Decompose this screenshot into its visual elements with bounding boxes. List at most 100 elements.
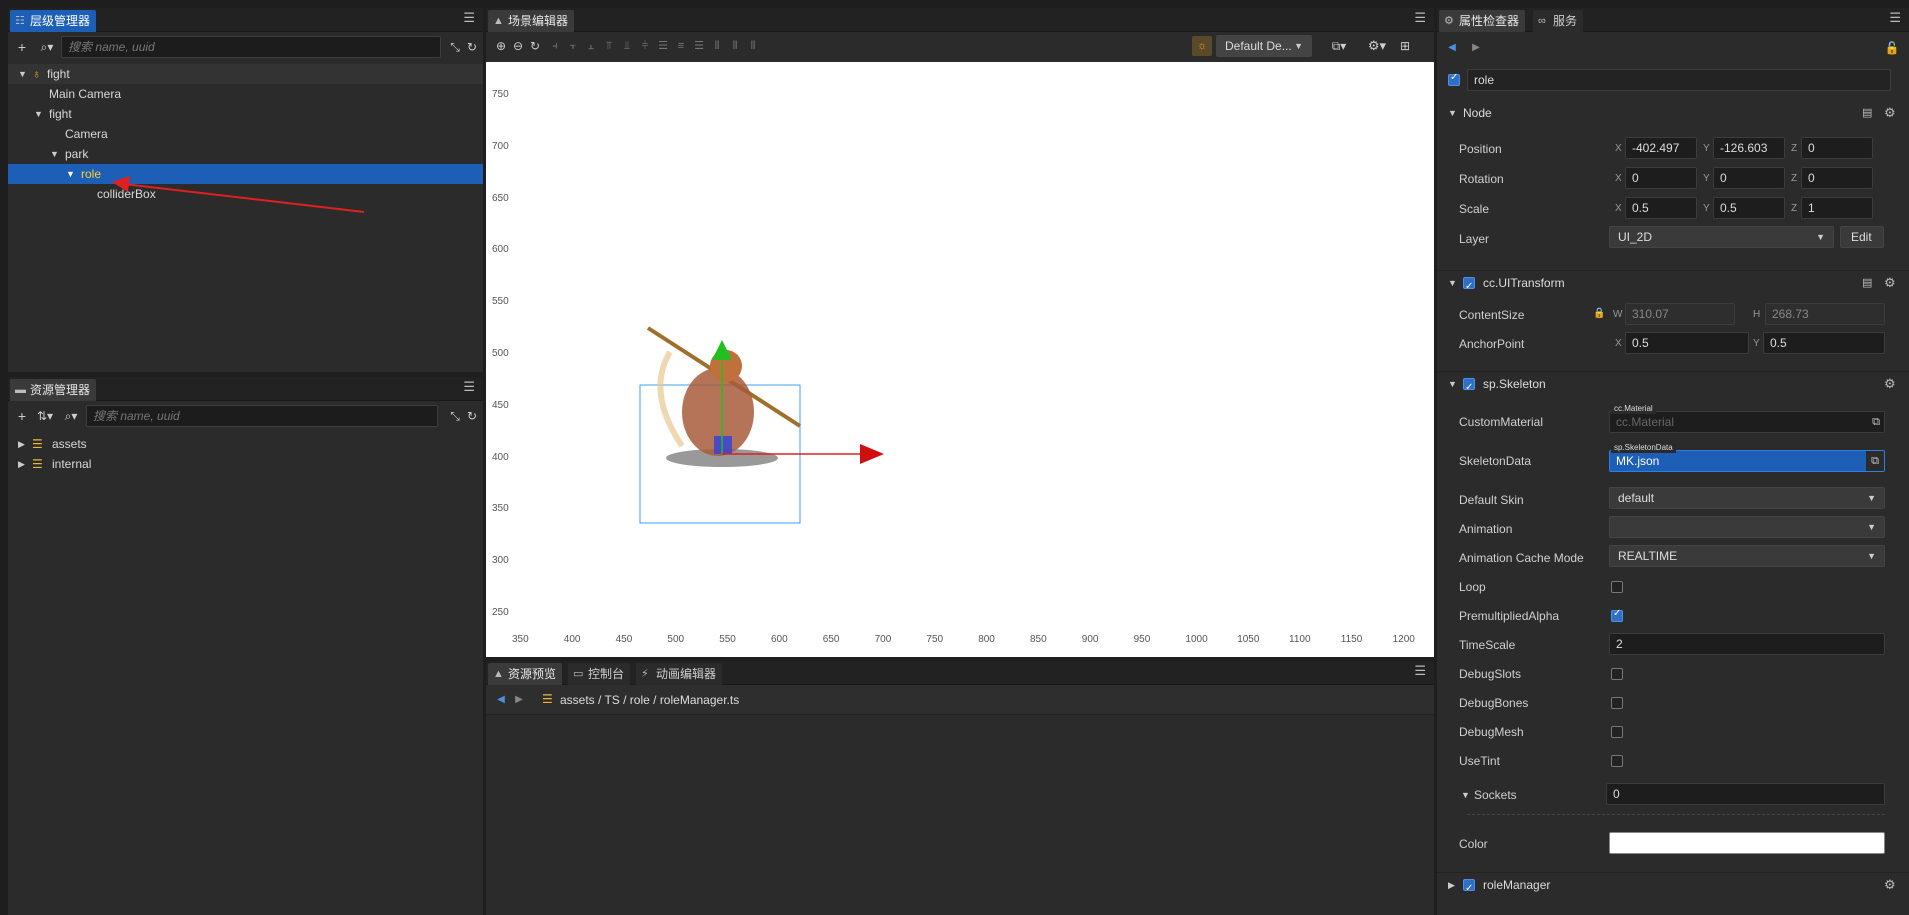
custommaterial-asset-field[interactable]: cc.Material ⧉ (1609, 411, 1885, 433)
tab-services[interactable]: ∞ 服务 (1533, 10, 1584, 32)
asset-picker-icon[interactable]: ⧉ (1866, 451, 1884, 471)
tab-hierarchy[interactable]: ☷ 层级管理器 (10, 10, 97, 32)
layer-edit-button[interactable]: Edit (1840, 226, 1884, 248)
hierarchy-menu-icon[interactable]: ☰ (463, 10, 475, 26)
debugslots-checkbox[interactable] (1611, 668, 1623, 680)
book-icon[interactable]: ▤ (1862, 101, 1872, 125)
back-arrow-icon[interactable]: ◀ (492, 690, 510, 710)
tab-scene[interactable]: ▲ 场景编辑器 (488, 10, 575, 32)
align-left-icon[interactable]: ⫞ (546, 36, 564, 56)
position-x-input[interactable]: -402.497 (1625, 137, 1697, 159)
lock-icon[interactable]: 🔒 (1593, 308, 1605, 319)
tab-assets[interactable]: ▬ 资源管理器 (10, 379, 97, 401)
bottom-menu-icon[interactable]: ☰ (1414, 663, 1426, 679)
loop-checkbox[interactable] (1611, 581, 1623, 593)
expand-arrow-icon[interactable]: ▼ (1448, 101, 1457, 125)
assets-search-input[interactable]: 搜索 name, uuid (86, 405, 438, 427)
design-resolution-dropdown[interactable]: Default De... ▼ (1216, 35, 1312, 57)
refresh-icon[interactable]: ↻ (463, 37, 481, 57)
anchor-x-input[interactable]: 0.5 (1625, 332, 1749, 354)
expand-arrow-icon[interactable]: ▶ (18, 434, 25, 454)
fullscreen-icon[interactable]: ⊞ (1396, 36, 1414, 56)
scene-viewport[interactable]: 750 700 650 600 550 500 450 400 350 300 250 350 400… (486, 62, 1434, 657)
zoom-in-icon[interactable]: ⊕ (492, 36, 510, 56)
skeletondata-asset-field[interactable]: MK.json ⧉ (1609, 450, 1885, 472)
align-right-icon[interactable]: ⫠ (582, 36, 600, 56)
asset-item-assets[interactable]: ▶ ☰ assets (8, 434, 483, 454)
distribute-center-icon[interactable]: ⦀ (726, 36, 744, 56)
hierarchy-search-input[interactable]: 搜索 name, uuid (61, 36, 441, 58)
sockets-input[interactable]: 0 (1606, 783, 1885, 805)
add-asset-icon[interactable]: + (13, 406, 31, 426)
scene-settings-icon[interactable]: ⚙▾ (1364, 36, 1390, 56)
node-active-checkbox[interactable] (1448, 72, 1460, 86)
expand-arrow-icon[interactable]: ▼ (1461, 790, 1470, 800)
refresh-icon[interactable]: ↻ (463, 406, 481, 426)
debugbones-checkbox[interactable] (1611, 697, 1623, 709)
inspector-menu-icon[interactable]: ☰ (1889, 10, 1901, 26)
uitransform-section-header[interactable]: ▼ cc.UITransform ▤ ⚙ (1437, 270, 1909, 299)
tab-asset-preview[interactable]: ▲ 资源预览 (488, 663, 563, 685)
gear-icon[interactable]: ⚙ (1884, 372, 1896, 396)
search-type-icon[interactable]: ⌕▾ (60, 406, 82, 426)
scale-x-input[interactable]: 0.5 (1625, 197, 1697, 219)
collapse-icon[interactable]: ⤡ (446, 406, 464, 426)
camera-mode-icon[interactable]: ⧉▾ (1326, 36, 1352, 56)
expand-arrow-icon[interactable]: ▼ (1448, 271, 1457, 295)
expand-arrow-icon[interactable]: ▶ (1448, 873, 1455, 897)
debugmesh-checkbox[interactable] (1611, 726, 1623, 738)
rotation-z-input[interactable]: 0 (1801, 167, 1873, 189)
tab-console[interactable]: ▭ 控制台 (568, 663, 631, 685)
rotation-y-input[interactable]: 0 (1713, 167, 1785, 189)
scale-z-input[interactable]: 1 (1801, 197, 1873, 219)
scale-y-input[interactable]: 0.5 (1713, 197, 1785, 219)
zoom-out-icon[interactable]: ⊖ (509, 36, 527, 56)
tab-inspector[interactable]: ⚙ 属性检查器 (1439, 10, 1526, 32)
premultiplied-checkbox[interactable] (1611, 608, 1623, 622)
gear-icon[interactable]: ⚙ (1884, 271, 1896, 295)
search-type-icon[interactable]: ⌕▾ (36, 37, 58, 57)
rotation-x-input[interactable]: 0 (1625, 167, 1697, 189)
timescale-input[interactable]: 2 (1609, 633, 1885, 655)
node-name-input[interactable]: role (1467, 69, 1891, 91)
align-hcenter-icon[interactable]: ⫟ (564, 36, 582, 56)
distribute-middle-icon[interactable]: ≡ (672, 36, 690, 56)
skeleton-section-header[interactable]: ▼ sp.Skeleton ⚙ (1437, 371, 1909, 400)
uitransform-enabled-checkbox[interactable] (1463, 275, 1475, 299)
animation-dropdown[interactable]: ▼ (1609, 516, 1885, 538)
position-z-input[interactable]: 0 (1801, 137, 1873, 159)
gear-icon[interactable]: ⚙ (1884, 873, 1896, 897)
unlock-icon[interactable]: 🔓 (1883, 38, 1901, 58)
light-toggle-icon[interactable]: ☼ (1192, 36, 1212, 56)
sort-icon[interactable]: ⇅▾ (34, 406, 56, 426)
align-top-icon[interactable]: ⫪ (600, 36, 618, 56)
forward-arrow-icon[interactable]: ▶ (510, 690, 528, 710)
reset-zoom-icon[interactable]: ↻ (526, 36, 544, 56)
asset-item-internal[interactable]: ▶ ☰ internal (8, 454, 483, 474)
rolemanager-section-header[interactable]: ▶ roleManager ⚙ (1437, 872, 1909, 901)
anchor-y-input[interactable]: 0.5 (1763, 332, 1885, 354)
position-y-input[interactable]: -126.603 (1713, 137, 1785, 159)
usetint-checkbox[interactable] (1611, 755, 1623, 767)
color-swatch[interactable] (1609, 832, 1885, 854)
assets-menu-icon[interactable]: ☰ (463, 379, 475, 395)
gear-icon[interactable]: ⚙ (1884, 101, 1896, 125)
align-bottom-icon[interactable]: ⫩ (636, 36, 654, 56)
defaultskin-dropdown[interactable]: default ▼ (1609, 487, 1885, 509)
expand-arrow-icon[interactable]: ▶ (18, 454, 25, 474)
cachemode-dropdown[interactable]: REALTIME ▼ (1609, 545, 1885, 567)
expand-arrow-icon[interactable]: ▼ (1448, 372, 1457, 396)
align-vcenter-icon[interactable]: ⫫ (618, 36, 636, 56)
layer-dropdown[interactable]: UI_2D ▼ (1609, 226, 1834, 248)
forward-arrow-icon[interactable]: ▶ (1467, 38, 1485, 58)
distribute-bottom-icon[interactable]: ☰ (690, 36, 708, 56)
rolemanager-enabled-checkbox[interactable] (1463, 877, 1475, 901)
skeleton-enabled-checkbox[interactable] (1463, 376, 1475, 400)
tab-animation-editor[interactable]: ⚡ 动画编辑器 (636, 663, 723, 685)
book-icon[interactable]: ▤ (1862, 271, 1872, 295)
node-section-header[interactable]: ▼ Node ▤ ⚙ (1437, 101, 1909, 125)
add-node-icon[interactable]: + (13, 37, 31, 57)
scene-menu-icon[interactable]: ☰ (1414, 10, 1426, 26)
contentsize-w-input[interactable]: 310.07 (1625, 303, 1735, 325)
collapse-icon[interactable]: ⤡ (446, 37, 464, 57)
